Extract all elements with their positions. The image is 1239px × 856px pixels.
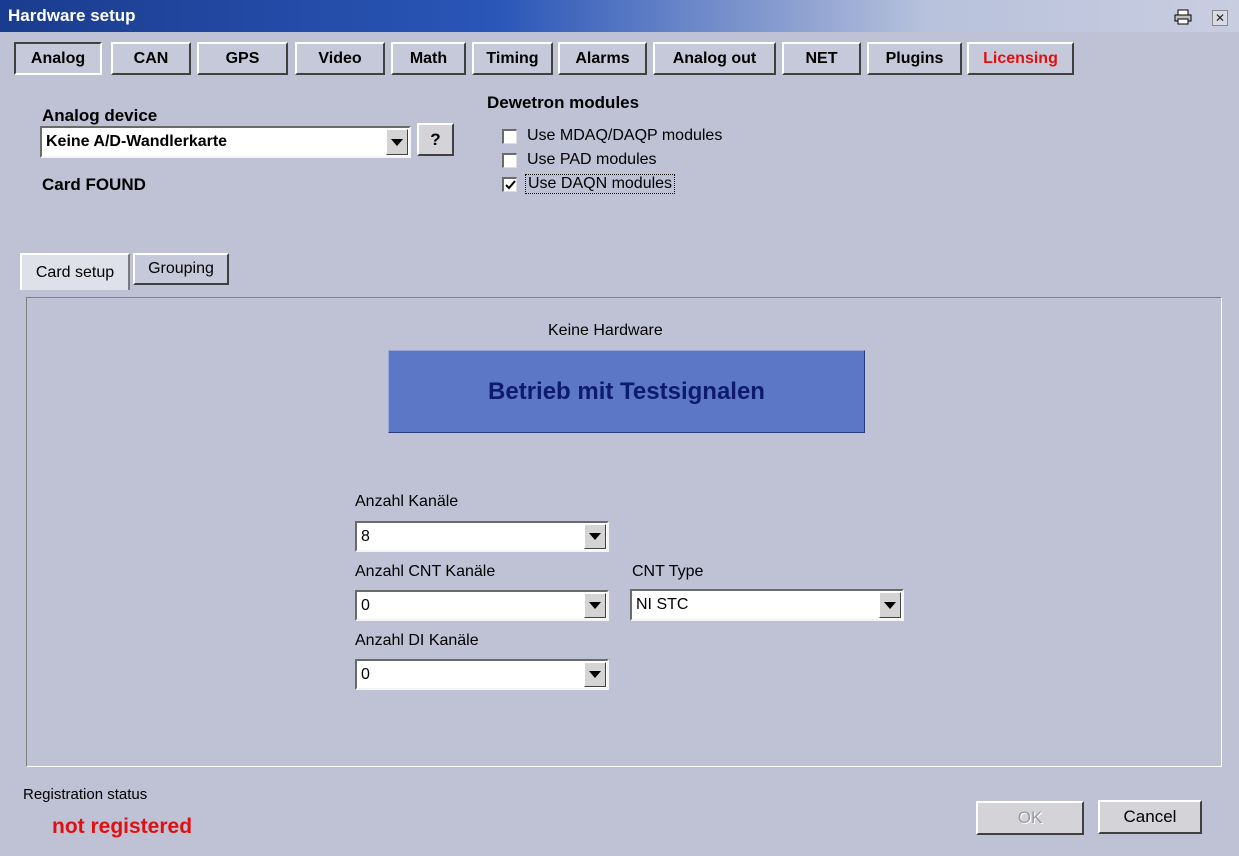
analog-device-value: Keine A/D-Wandlerkarte <box>46 133 228 150</box>
tab-plugins[interactable]: Plugins <box>867 42 962 75</box>
dewetron-modules-title: Dewetron modules <box>487 93 640 112</box>
ok-button[interactable]: OK <box>976 801 1084 835</box>
channels-select[interactable]: 8 <box>355 521 609 552</box>
mdaq-label: Use MDAQ/DAQP modules <box>527 127 723 144</box>
pad-checkbox[interactable] <box>502 153 517 168</box>
tab-analog[interactable]: Analog <box>14 42 102 75</box>
mdaq-checkbox[interactable] <box>502 129 517 144</box>
chevron-down-icon[interactable] <box>584 593 606 618</box>
cancel-button[interactable]: Cancel <box>1098 800 1202 834</box>
tab-gps[interactable]: GPS <box>197 42 288 75</box>
cnt-channels-select[interactable]: 0 <box>355 590 609 621</box>
cnt-channels-value: 0 <box>361 596 370 614</box>
cnt-type-value: NI STC <box>636 596 689 613</box>
tab-licensing[interactable]: Licensing <box>967 42 1074 75</box>
tab-video[interactable]: Video <box>295 42 385 75</box>
help-button[interactable]: ? <box>417 123 454 156</box>
chevron-down-icon[interactable] <box>386 129 408 155</box>
tab-net[interactable]: NET <box>782 42 861 75</box>
printer-icon[interactable] <box>1172 8 1194 26</box>
registration-status-label: Registration status <box>23 786 148 803</box>
di-channels-value: 0 <box>361 665 370 683</box>
tab-grouping[interactable]: Grouping <box>133 253 229 285</box>
tab-alarms[interactable]: Alarms <box>558 42 647 75</box>
test-signal-banner: Betrieb mit Testsignalen <box>388 350 865 433</box>
cnt-channels-label: Anzahl CNT Kanäle <box>355 563 496 580</box>
close-icon[interactable]: ✕ <box>1212 10 1228 26</box>
pad-label: Use PAD modules <box>527 151 657 168</box>
di-channels-select[interactable]: 0 <box>355 659 609 690</box>
tab-card-setup[interactable]: Card setup <box>20 253 130 290</box>
hardware-label: Keine Hardware <box>548 322 663 339</box>
tab-timing[interactable]: Timing <box>472 42 553 75</box>
tab-analog-out[interactable]: Analog out <box>653 42 776 75</box>
analog-device-select[interactable]: Keine A/D-Wandlerkarte <box>40 126 411 158</box>
chevron-down-icon[interactable] <box>584 662 606 687</box>
tab-math[interactable]: Math <box>391 42 466 75</box>
title-bar: Hardware setup ✕ <box>0 0 1239 32</box>
cnt-type-label: CNT Type <box>632 563 704 580</box>
daqn-label: Use DAQN modules <box>525 174 676 194</box>
cnt-type-select[interactable]: NI STC <box>630 589 904 621</box>
registration-status-value: not registered <box>52 815 193 838</box>
checkmark-icon <box>504 179 516 189</box>
analog-device-label: Analog device <box>42 106 158 125</box>
di-channels-label: Anzahl DI Kanäle <box>355 632 479 649</box>
chevron-down-icon[interactable] <box>584 524 606 549</box>
window-title: Hardware setup <box>8 6 136 25</box>
daqn-checkbox[interactable] <box>502 177 517 192</box>
card-status-text: Card FOUND <box>42 175 146 194</box>
tab-can[interactable]: CAN <box>111 42 191 75</box>
channels-value: 8 <box>361 527 370 545</box>
chevron-down-icon[interactable] <box>879 592 901 618</box>
channels-label: Anzahl Kanäle <box>355 493 459 510</box>
